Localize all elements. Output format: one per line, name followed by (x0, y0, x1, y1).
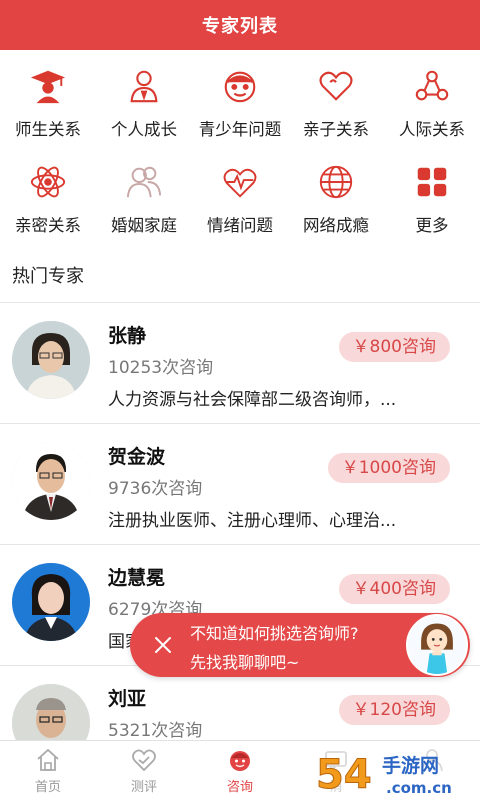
heartbeat-icon (220, 162, 260, 202)
category-label: 更多 (415, 216, 449, 235)
category-label: 婚姻家庭 (111, 216, 177, 235)
tab-consult[interactable]: 咨询 (192, 741, 288, 800)
avatar (12, 442, 90, 520)
graduation-cap-icon (28, 66, 68, 106)
price-button[interactable]: ￥1000咨询 (327, 453, 450, 483)
consult-icon (230, 751, 250, 771)
category-label: 网络成瘾 (303, 216, 369, 235)
tab-label: 测评 (130, 780, 157, 795)
expert-name: 张静 (108, 325, 147, 347)
tab-label: 咨询 (226, 780, 253, 795)
network-icon (412, 66, 452, 106)
expert-card[interactable]: 贺金波 9736次咨询 注册执业医师、注册心理师、心理治... ￥1000咨询 (0, 424, 480, 545)
grid-icon (412, 162, 452, 202)
category-label: 师生关系 (15, 120, 81, 139)
bubble-text-line2: 先找我聊聊吧~ (190, 653, 300, 672)
category-personal-growth[interactable]: 个人成长 (96, 50, 192, 146)
tab-assessment[interactable]: 测评 (96, 741, 192, 800)
atom-icon (28, 162, 68, 202)
category-label: 个人成长 (111, 120, 177, 139)
svg-text:54: 54 (316, 752, 372, 798)
svg-text:.com.cn: .com.cn (386, 779, 452, 797)
section-title: 热门专家 (12, 266, 84, 287)
category-label: 亲密关系 (15, 216, 81, 235)
close-icon[interactable] (152, 634, 174, 656)
watermark-logo: 54 手游网 .com.cn (312, 748, 480, 800)
price-button[interactable]: ￥400咨询 (338, 574, 450, 604)
expert-name: 边慧冕 (108, 567, 166, 589)
avatar (12, 563, 90, 641)
category-label: 亲子关系 (303, 120, 369, 139)
category-grid: 师生关系 个人成长 青少年问题 亲子关系 人际关系 亲密关系 婚姻家庭 情绪问题… (0, 50, 480, 246)
category-intimate[interactable]: 亲密关系 (0, 146, 96, 242)
expert-name: 贺金波 (108, 446, 166, 468)
category-more[interactable]: 更多 (384, 146, 480, 242)
price-button[interactable]: ￥800咨询 (338, 332, 450, 362)
heart-check-icon (132, 749, 156, 772)
tab-home[interactable]: 首页 (0, 741, 96, 800)
svg-text:手游网: 手游网 (382, 754, 439, 777)
category-label: 青少年问题 (198, 120, 282, 139)
category-emotion[interactable]: 情绪问题 (192, 146, 288, 242)
consult-count: 5321次咨询 (108, 721, 203, 741)
person-icon (124, 66, 164, 106)
category-internet-addiction[interactable]: 网络成瘾 (288, 146, 384, 242)
avatar (12, 321, 90, 399)
page-title: 专家列表 (202, 16, 278, 37)
consult-count: 10253次咨询 (108, 358, 214, 378)
category-interpersonal[interactable]: 人际关系 (384, 50, 480, 146)
price-button[interactable]: ￥120咨询 (338, 695, 450, 725)
child-face-icon (220, 66, 260, 106)
category-parent-child[interactable]: 亲子关系 (288, 50, 384, 146)
tab-label: 首页 (34, 780, 61, 795)
expert-description: 人力资源与社会保障部二级咨询师，... (108, 390, 397, 410)
category-marriage-family[interactable]: 婚姻家庭 (96, 146, 192, 242)
header-bar: 专家列表 (0, 0, 480, 50)
category-label: 人际关系 (399, 120, 465, 139)
expert-description: 注册执业医师、注册心理师、心理治... (108, 511, 397, 531)
couple-icon (124, 162, 164, 202)
expert-name: 刘亚 (108, 688, 147, 710)
expert-card[interactable]: 张静 10253次咨询 人力资源与社会保障部二级咨询师，... ￥800咨询 (0, 303, 480, 424)
globe-icon (316, 162, 356, 202)
assistant-avatar[interactable] (406, 614, 468, 676)
category-teacher-student[interactable]: 师生关系 (0, 50, 96, 146)
heart-icon (316, 66, 356, 106)
category-label: 情绪问题 (207, 216, 273, 235)
home-icon (37, 748, 59, 771)
consult-count: 9736次咨询 (108, 479, 203, 499)
assistant-bubble[interactable]: 不知道如何挑选咨询师? 先找我聊聊吧~ (130, 613, 470, 677)
category-teen-issues[interactable]: 青少年问题 (192, 50, 288, 146)
bubble-text-line1: 不知道如何挑选咨询师? (190, 624, 359, 643)
